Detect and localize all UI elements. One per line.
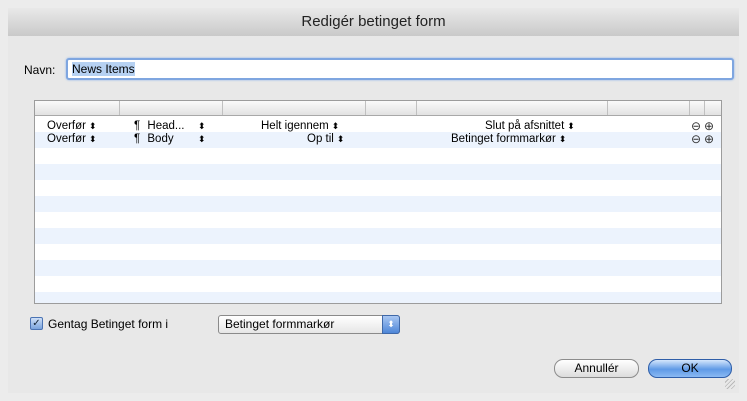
updown-arrows-icon: ⬍ [558,134,567,144]
name-input-value: News Items [72,62,135,76]
end-popup[interactable]: Betinget formmarkør ⬍ [451,133,566,145]
updown-arrows-icon: ⬍ [331,121,340,131]
row-stripe [35,180,721,196]
header-col-action[interactable] [35,101,120,115]
name-label: Navn: [24,63,56,77]
repeat-label: Gentag Betinget form i [48,317,169,331]
row-stripe [35,276,721,292]
style-arrows[interactable]: ⬍ [195,120,206,132]
row-stripe [35,164,721,180]
title-bar: Redigér betinget form [8,8,739,37]
ok-button[interactable]: OK [648,359,732,378]
action-popup[interactable]: Overfør ⬍ [47,133,97,145]
remove-rule-icon[interactable]: ⊖ [691,133,701,145]
header-col-style[interactable] [120,101,223,115]
updown-arrows-icon: ⬍ [336,134,345,144]
row-stripe [35,244,721,260]
add-rule-icon[interactable]: ⊕ [704,133,714,145]
table-header [35,101,721,116]
paragraph-icon: ¶ [134,120,141,132]
repeat-select[interactable]: Betinget formmarkør ⬍ [218,315,400,334]
row-stripe [35,292,721,303]
repeat-checkbox[interactable]: ✓ [30,317,43,330]
header-col-extra[interactable] [608,101,690,115]
updown-arrows-icon: ⬍ [382,315,400,334]
style-popup[interactable]: ¶ Body [134,133,174,145]
remove-rule-icon[interactable]: ⊖ [691,120,701,132]
paragraph-icon: ¶ [134,133,141,145]
window-title: Redigér betinget form [301,13,446,30]
end-label: Betinget formmarkør [451,133,556,145]
cancel-button[interactable]: Annullér [554,359,639,378]
scope-popup[interactable]: Op til ⬍ [307,133,344,145]
scope-popup[interactable]: Helt igennem ⬍ [261,120,339,132]
dialog-body: Navn: News Items Overfør ⬍ ¶ Head... ⬍ H… [8,36,739,393]
row-stripe [35,196,721,212]
end-label: Slut på afsnittet [485,120,565,132]
header-col-blank[interactable] [366,101,417,115]
rules-table: Overfør ⬍ ¶ Head... ⬍ Helt igennem ⬍ Slut … [34,100,722,304]
style-label: Head... [147,120,185,132]
action-label: Overfør [47,120,86,132]
table-row: Overfør ⬍ ¶ Head... ⬍ Helt igennem ⬍ Slut … [35,120,721,133]
repeat-select-value: Betinget formmarkør [225,317,335,331]
updown-arrows-icon: ⬍ [88,134,97,144]
row-stripe [35,212,721,228]
row-stripe [35,260,721,276]
add-rule-icon[interactable]: ⊕ [704,120,714,132]
end-popup[interactable]: Slut på afsnittet ⬍ [485,120,575,132]
scope-label: Helt igennem [261,120,329,132]
header-col-remove[interactable] [690,101,705,115]
header-col-scope[interactable] [223,101,366,115]
style-label: Body [147,133,174,145]
scope-label: Op til [307,133,334,145]
resize-grip-icon[interactable] [725,379,735,389]
updown-arrows-icon: ⬍ [198,121,206,131]
header-col-add[interactable] [705,101,721,115]
dialog-window: Redigér betinget form Navn: News Items O… [0,0,747,401]
style-arrows[interactable]: ⬍ [195,133,206,145]
row-stripe [35,148,721,164]
name-input[interactable]: News Items [66,58,734,80]
table-row: Overfør ⬍ ¶ Body ⬍ Op til ⬍ Betinget formm… [35,133,721,146]
updown-arrows-icon: ⬍ [567,121,575,131]
updown-arrows-icon: ⬍ [88,121,97,131]
action-label: Overfør [47,133,86,145]
updown-arrows-icon: ⬍ [198,134,206,144]
action-popup[interactable]: Overfør ⬍ [47,120,97,132]
row-stripe [35,228,721,244]
header-col-end[interactable] [417,101,608,115]
style-popup[interactable]: ¶ Head... [134,120,184,132]
